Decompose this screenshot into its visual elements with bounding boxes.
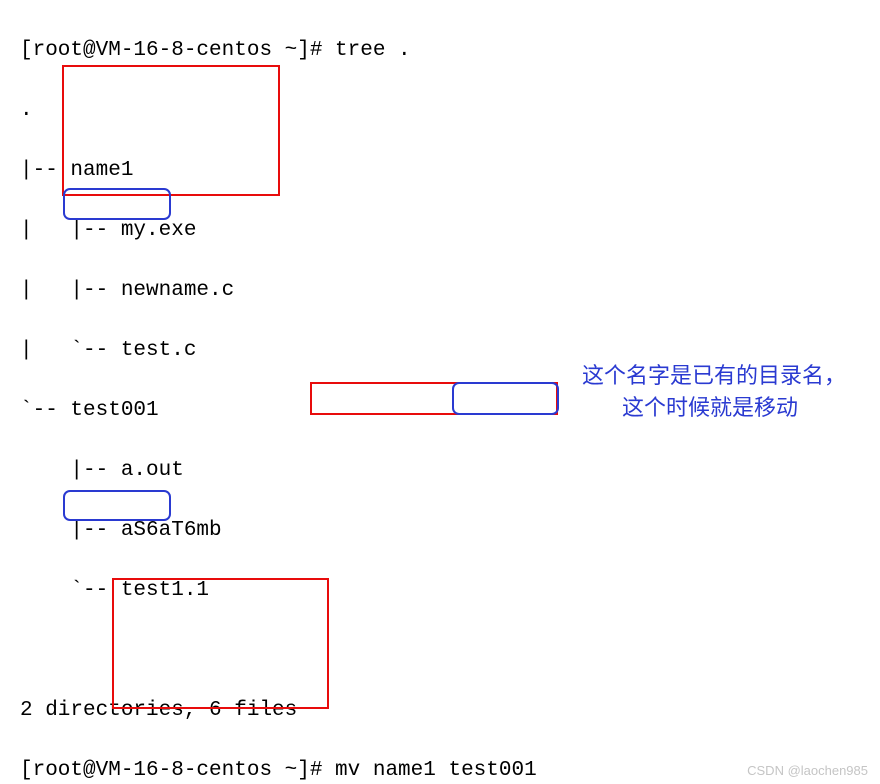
tree-myexe: | |-- my.exe <box>20 216 880 246</box>
highlight-blue-test001-top <box>63 188 171 220</box>
tree-aout: |-- a.out <box>20 456 880 486</box>
highlight-blue-test001-arg <box>452 382 559 415</box>
watermark: CSDN @laochen985 <box>747 763 868 778</box>
annotation-line-2: 这个时候就是移动 <box>622 390 798 422</box>
highlight-red-name1-block2 <box>112 578 329 709</box>
highlight-red-name1-block <box>62 65 280 196</box>
tree-newname: | |-- newname.c <box>20 276 880 306</box>
highlight-blue-test001-bot <box>63 490 171 521</box>
annotation-line-1: 这个名字是已有的目录名， <box>582 358 846 390</box>
cmd-tree-1: [root@VM-16-8-centos ~]# tree . <box>20 36 880 66</box>
